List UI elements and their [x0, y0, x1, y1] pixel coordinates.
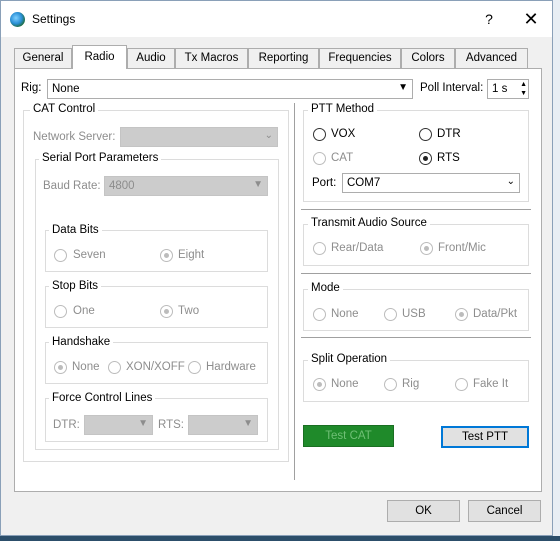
title-bar: Settings ? ✕: [1, 1, 552, 37]
radio-tab-panel: Rig: None ▼ Poll Interval: 1 s ▲ ▼ CAT Co…: [14, 68, 542, 492]
data-bits-title: Data Bits: [49, 224, 102, 236]
audio-source-title: Transmit Audio Source: [308, 217, 430, 229]
separator: [301, 273, 531, 274]
tab-tx-macros[interactable]: Tx Macros: [175, 48, 248, 68]
data-bits-seven-label: Seven: [73, 249, 106, 261]
baud-rate-label: Baud Rate:: [43, 180, 101, 192]
force-rts-label: RTS:: [158, 419, 184, 431]
force-dtr-select[interactable]: ▼: [84, 415, 153, 435]
tab-general[interactable]: General: [14, 48, 72, 68]
split-rig-label: Rig: [402, 378, 420, 390]
network-server-label: Network Server:: [33, 131, 116, 143]
split-none-label: None: [331, 378, 359, 390]
port-label: Port:: [312, 177, 337, 189]
ok-button[interactable]: OK: [387, 500, 460, 522]
ptt-vox-radio[interactable]: [313, 128, 326, 141]
cancel-button[interactable]: Cancel: [468, 500, 541, 522]
ptt-vox-label: VOX: [331, 128, 356, 140]
chevron-down-icon: ▼: [243, 418, 253, 429]
chevron-down-icon: ▼: [398, 82, 408, 93]
ptt-dtr-radio[interactable]: [419, 128, 432, 141]
rig-label: Rig:: [21, 82, 42, 94]
tab-reporting[interactable]: Reporting: [248, 48, 319, 68]
split-fakeit-label: Fake It: [473, 378, 509, 390]
tab-audio[interactable]: Audio: [127, 48, 175, 68]
test-ptt-button[interactable]: Test PTT: [441, 426, 529, 448]
poll-interval-label: Poll Interval:: [420, 82, 484, 94]
handshake-hardware-label: Hardware: [206, 361, 256, 373]
mode-title: Mode: [308, 282, 343, 294]
force-rts-select[interactable]: ▼: [188, 415, 258, 435]
port-value: COM7: [347, 177, 381, 189]
app-icon: [10, 12, 25, 27]
tab-frequencies[interactable]: Frequencies: [319, 48, 401, 68]
mode-none-label: None: [331, 308, 359, 320]
stop-bits-two-radio[interactable]: [160, 305, 173, 318]
stop-bits-two-label: Two: [178, 305, 200, 317]
chevron-down-icon: ⌄: [264, 130, 273, 141]
poll-interval-value: 1 s: [492, 83, 508, 95]
audio-front-radio[interactable]: [420, 242, 433, 255]
close-icon[interactable]: ✕: [519, 8, 543, 30]
settings-dialog: Settings ? ✕ General Radio Audio Tx Macr…: [0, 0, 553, 536]
ptt-dtr-label: DTR: [437, 128, 461, 140]
handshake-none-radio[interactable]: [54, 361, 67, 374]
stop-bits-one-radio[interactable]: [54, 305, 67, 318]
ptt-rts-label: RTS: [437, 152, 460, 164]
taskbar-strip: [0, 536, 560, 541]
separator: [301, 209, 531, 210]
ptt-cat-radio[interactable]: [313, 152, 326, 165]
split-operation-title: Split Operation: [308, 353, 391, 365]
background-app-strip: [553, 0, 560, 541]
help-button[interactable]: ?: [479, 9, 499, 29]
chevron-down-icon: ▼: [138, 418, 148, 429]
stop-bits-one-label: One: [73, 305, 95, 317]
tab-advanced[interactable]: Advanced: [455, 48, 528, 68]
serial-port-title: Serial Port Parameters: [39, 152, 162, 164]
rig-value: None: [52, 83, 80, 95]
audio-rear-label: Rear/Data: [331, 242, 384, 254]
rig-select[interactable]: None ▼: [47, 79, 413, 99]
mode-datapkt-label: Data/Pkt: [473, 308, 518, 320]
tab-colors[interactable]: Colors: [401, 48, 455, 68]
audio-rear-radio[interactable]: [313, 242, 326, 255]
port-select[interactable]: COM7 ⌄: [342, 173, 520, 193]
separator: [301, 337, 531, 338]
split-fakeit-radio[interactable]: [455, 378, 468, 391]
chevron-down-icon: ⌄: [506, 176, 515, 187]
chevron-down-icon: ▼: [253, 179, 263, 190]
network-server-select[interactable]: ⌄: [120, 127, 278, 147]
force-dtr-label: DTR:: [53, 419, 80, 431]
data-bits-eight-radio[interactable]: [160, 249, 173, 262]
window-title: Settings: [32, 12, 76, 26]
ptt-method-title: PTT Method: [308, 103, 378, 115]
data-bits-seven-radio[interactable]: [54, 249, 67, 262]
mode-none-radio[interactable]: [313, 308, 326, 321]
mode-usb-radio[interactable]: [384, 308, 397, 321]
ptt-cat-label: CAT: [331, 152, 354, 164]
audio-front-label: Front/Mic: [438, 242, 486, 254]
force-control-title: Force Control Lines: [49, 392, 156, 404]
baud-rate-select[interactable]: 4800 ▼: [104, 176, 268, 196]
spin-arrows-icon: ▲ ▼: [520, 81, 527, 97]
handshake-title: Handshake: [49, 336, 114, 348]
cat-control-title: CAT Control: [30, 103, 99, 115]
mode-usb-label: USB: [402, 308, 426, 320]
split-none-radio[interactable]: [313, 378, 326, 391]
data-bits-eight-label: Eight: [178, 249, 205, 261]
handshake-none-label: None: [72, 361, 100, 373]
column-divider: [294, 103, 295, 480]
split-rig-radio[interactable]: [384, 378, 397, 391]
tab-radio[interactable]: Radio: [72, 45, 127, 69]
handshake-hardware-radio[interactable]: [188, 361, 201, 374]
handshake-xonxoff-label: XON/XOFF: [126, 361, 185, 373]
stop-bits-title: Stop Bits: [49, 280, 102, 292]
mode-datapkt-radio[interactable]: [455, 308, 468, 321]
ptt-rts-radio[interactable]: [419, 152, 432, 165]
test-cat-button[interactable]: Test CAT: [303, 425, 394, 447]
poll-interval-spinbox[interactable]: 1 s ▲ ▼: [487, 79, 529, 99]
baud-rate-value: 4800: [109, 180, 135, 192]
handshake-xonxoff-radio[interactable]: [108, 361, 121, 374]
